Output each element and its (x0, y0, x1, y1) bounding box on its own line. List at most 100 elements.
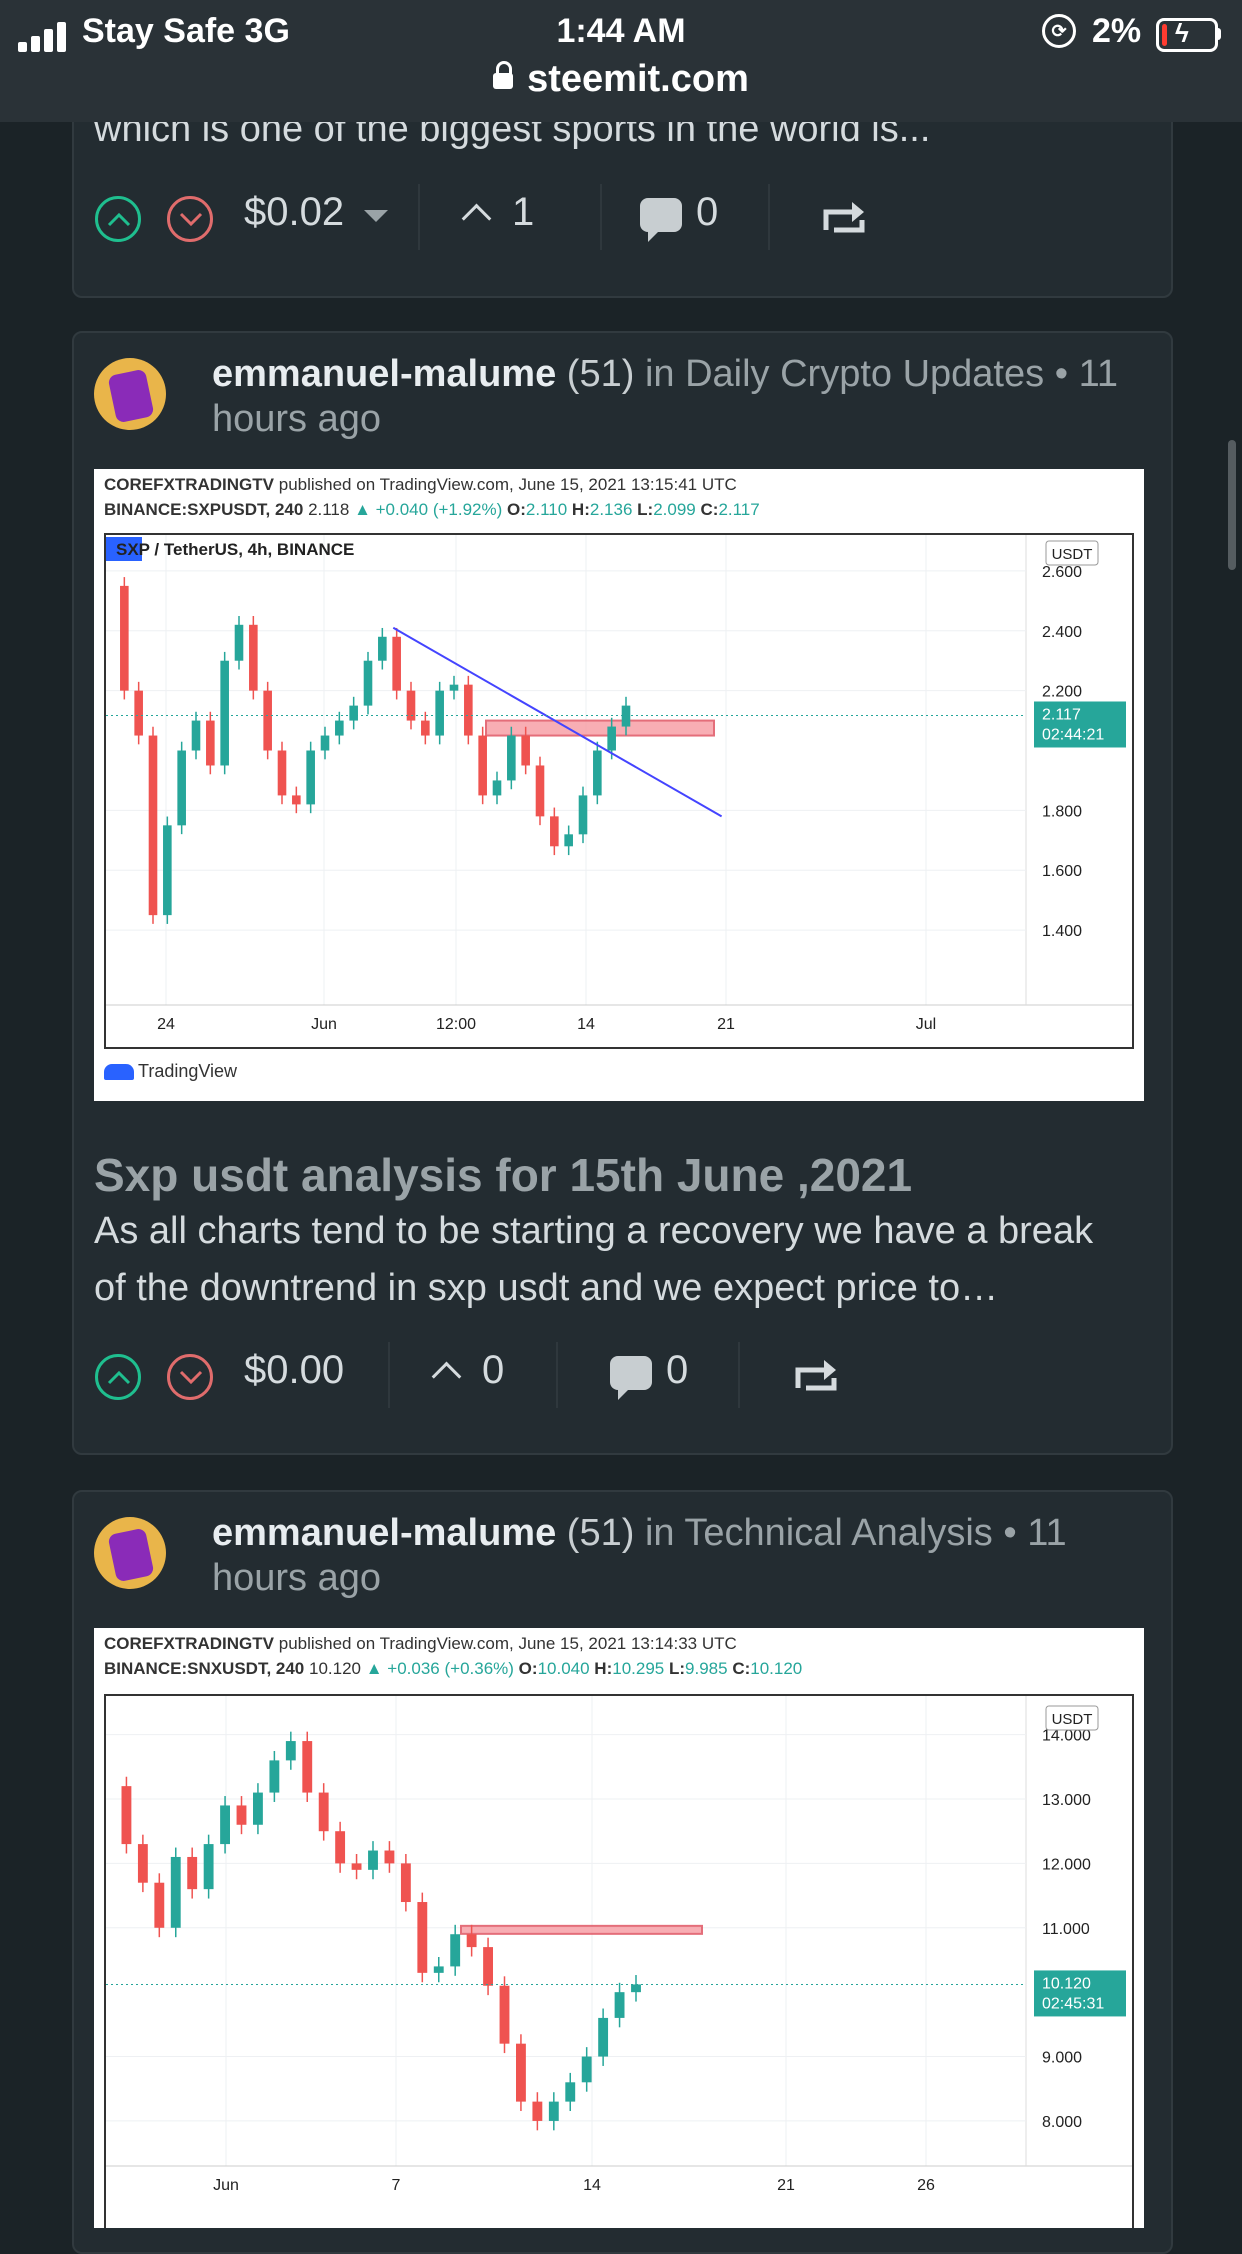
reblog-icon[interactable] (822, 198, 866, 234)
candle (154, 1882, 165, 1928)
candle (450, 1934, 461, 1967)
y-tick-label: 12.000 (1042, 1856, 1091, 1873)
y-tick-label: 8.000 (1042, 2114, 1082, 2131)
y-tick-label: 1.400 (1042, 923, 1082, 940)
votes-count[interactable]: 0 (482, 1348, 504, 1393)
votes-icon (461, 203, 492, 234)
chart-image[interactable]: COREFXTRADINGTV published on TradingView… (94, 469, 1144, 1101)
author-link[interactable]: emmanuel-malume (212, 353, 556, 395)
comment-icon[interactable] (640, 198, 682, 242)
candle (335, 720, 344, 736)
reblog-icon[interactable] (794, 1356, 838, 1392)
chart-title: SXP / TetherUS, 4h, BINANCE (116, 540, 354, 559)
x-tick-label: 14 (583, 2177, 601, 2194)
upvote-button[interactable] (95, 196, 141, 242)
countdown-label: 02:44:21 (1042, 726, 1104, 743)
avatar[interactable] (94, 358, 166, 430)
candle (220, 1805, 230, 1845)
candle (564, 834, 573, 847)
x-tick-label: 21 (717, 1016, 735, 1033)
x-tick-label: 21 (777, 2177, 795, 2194)
candle (392, 636, 401, 691)
reputation: (51) (566, 353, 635, 395)
candle (464, 684, 473, 736)
price-chart: Jun 7 14 21 2614.00013.00012.00011.0009.0008… (106, 1696, 1132, 2194)
candle (318, 1792, 329, 1832)
candle (137, 1844, 148, 1883)
candle (621, 705, 631, 727)
candle (578, 795, 588, 835)
candle (306, 750, 315, 805)
candle (433, 1966, 444, 1973)
candle (532, 2101, 543, 2121)
status-bar: Stay Safe 3G 1:44 AM ⟳ 2% ϟ steemit.com (0, 0, 1242, 122)
candle (134, 690, 143, 736)
x-tick-label: 7 (392, 2177, 401, 2194)
votes-icon (431, 1361, 462, 1392)
candle (285, 1741, 296, 1761)
y-tick-label: 13.000 (1042, 1792, 1091, 1809)
countdown-label: 02:45:31 (1042, 1995, 1104, 2012)
y-tick-label: 2.400 (1042, 624, 1082, 641)
candle (492, 780, 502, 796)
x-tick-label: Jun (311, 1016, 337, 1033)
candle (351, 1863, 362, 1870)
y-tick-label: 2.600 (1042, 564, 1082, 581)
battery-icon: ϟ (1156, 18, 1218, 52)
avatar[interactable] (94, 1517, 166, 1589)
candle (607, 726, 616, 751)
candle (466, 1934, 477, 1948)
chart-image[interactable]: COREFXTRADINGTV published on TradingView… (94, 1628, 1144, 2228)
x-tick-label: Jul (916, 1016, 936, 1033)
candle (378, 636, 387, 661)
candle (421, 720, 430, 736)
chevron-up-icon (107, 212, 131, 227)
url-text: steemit.com (527, 58, 749, 100)
tradingview-logo: TradingView (104, 1061, 237, 1082)
comments-count[interactable]: 0 (666, 1348, 688, 1393)
comment-icon[interactable] (610, 1356, 652, 1400)
candle (163, 825, 172, 916)
candle (593, 750, 602, 796)
candle (206, 720, 215, 766)
candle (349, 705, 358, 721)
candle (550, 816, 559, 847)
downvote-button[interactable] (167, 1354, 213, 1400)
candle (253, 1792, 263, 1825)
price-label: 2.117 (1042, 706, 1081, 723)
candle (548, 2101, 559, 2121)
candle (581, 2056, 592, 2083)
currency-label: USDT (1052, 546, 1093, 563)
post-title[interactable]: Sxp usdt analysis for 15th June ,2021 (94, 1148, 912, 1202)
candle (277, 750, 287, 796)
post-body[interactable]: As all charts tend to be starting a reco… (94, 1203, 1134, 1317)
author-link[interactable]: emmanuel-malume (212, 1512, 556, 1554)
payout-value[interactable]: $0.00 (244, 1348, 344, 1393)
votes-count[interactable]: 1 (512, 190, 534, 235)
community-link[interactable]: Technical Analysis (684, 1512, 992, 1554)
candle (499, 1985, 510, 2044)
payout-value[interactable]: $0.02 (244, 190, 344, 235)
upvote-button[interactable] (95, 1354, 141, 1400)
community-link[interactable]: Daily Crypto Updates (685, 353, 1044, 395)
x-tick-label: Jun (213, 2177, 239, 2194)
candle (384, 1850, 395, 1864)
candle (521, 735, 530, 766)
candle (302, 1741, 313, 1793)
candle (187, 1856, 198, 1890)
candle (249, 624, 258, 691)
candle (263, 690, 272, 751)
chevron-up-icon (107, 1370, 131, 1385)
candle (177, 750, 186, 826)
candle (507, 735, 516, 781)
currency-label: USDT (1052, 1711, 1093, 1728)
payout-dropdown-icon[interactable] (364, 210, 388, 222)
reputation: (51) (566, 1512, 635, 1554)
downvote-button[interactable] (167, 196, 213, 242)
address-bar[interactable]: steemit.com (0, 58, 1242, 101)
comments-count[interactable]: 0 (696, 190, 718, 235)
candle (121, 1786, 132, 1845)
candle (363, 660, 373, 706)
candle (234, 624, 244, 661)
scrollbar[interactable] (1228, 440, 1236, 570)
